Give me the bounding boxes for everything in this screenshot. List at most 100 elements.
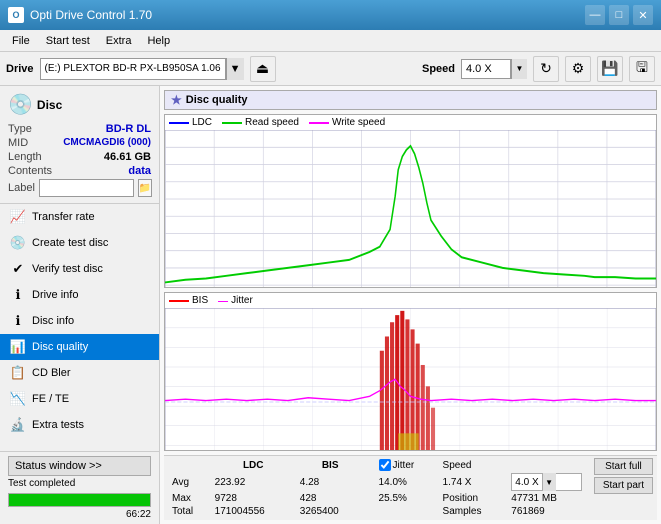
speed-dropdown-arrow[interactable]: ▼ [511,59,527,79]
col-speed: Speed [443,460,472,471]
position-label: Position [439,492,508,505]
nav-icon-extra-tests: 🔬 [10,417,26,433]
nav-icon-cd-bler: 📋 [10,365,26,381]
panel-title: Disc quality [186,94,248,106]
col-bis: BIS [296,458,365,472]
minimize-button[interactable]: — [585,5,605,25]
nav-icon-fe-te: 📉 [10,391,26,407]
disc-write-button[interactable]: 💾 [597,56,623,82]
panel-header-icon: ★ [171,93,182,107]
start-buttons: Start full Start part [594,458,653,518]
disc-label-input[interactable] [39,179,134,197]
legend-jitter-label: Jitter [231,295,253,306]
avg-speed-dropdown[interactable]: ▼ [542,473,556,491]
status-progress-bar [8,493,151,507]
speed-selector[interactable]: 4.0 X ▼ [461,59,527,79]
jitter-checkbox[interactable] [379,459,391,471]
legend-bis: BIS [169,295,208,306]
settings-button[interactable]: ⚙ [565,56,591,82]
drive-select-arrow[interactable]: ▼ [226,58,244,80]
menu-help[interactable]: Help [139,33,178,49]
nav-icon-transfer-rate: 📈 [10,209,26,225]
drive-select-value[interactable]: (E:) PLEXTOR BD-R PX-LB950SA 1.06 [40,58,226,80]
status-text-row: Test completed [8,478,151,489]
legend-bis-label: BIS [192,295,208,306]
sidebar-item-drive-info[interactable]: ℹDrive info [0,282,159,308]
top-chart-svg: 0.0 5.0 10.0 15.0 20.0 25.0 30.0 35.0 40… [165,130,656,288]
status-bottom-row: 66:22 [8,509,151,520]
stats-table: LDC BIS Jitter Speed [168,458,586,518]
position-value: 47731 MB [507,492,586,505]
disc-type-label: Type [8,123,32,135]
avg-bis: 4.28 [296,472,365,492]
avg-ldc: 223.92 [211,472,296,492]
drive-selector[interactable]: (E:) PLEXTOR BD-R PX-LB950SA 1.06 ▼ [40,58,244,80]
disc-mid-value: CMCMAGDI6 (000) [63,137,151,149]
titlebar-left: O Opti Drive Control 1.70 [8,7,152,23]
samples-value: 761869 [507,505,586,518]
app-icon: O [8,7,24,23]
max-ldc: 9728 [211,492,296,505]
max-label: Max [168,492,211,505]
top-chart-legend: LDC Read speed Write speed [165,115,656,130]
nav-label-fe-te: FE / TE [32,393,69,405]
nav-icon-drive-info: ℹ [10,287,26,303]
status-section: Status window >> Test completed 66:22 [0,451,159,524]
menu-extra[interactable]: Extra [98,33,140,49]
disc-contents-label: Contents [8,165,52,177]
panel-header: ★ Disc quality [164,90,657,110]
maximize-button[interactable]: □ [609,5,629,25]
sidebar-item-transfer-rate[interactable]: 📈Transfer rate [0,204,159,230]
disc-section: 💿 Disc Type BD-R DL MID CMCMAGDI6 (000) … [0,86,159,204]
menu-start-test[interactable]: Start test [38,33,98,49]
sidebar-item-fe-te[interactable]: 📉 FE / TE [0,386,159,412]
disc-label-row: Label 📁 [8,179,151,197]
disc-label-label: Label [8,182,35,194]
sidebar-item-extra-tests[interactable]: 🔬 Extra tests [0,412,159,438]
avg-jitter: 14.0% [375,472,439,492]
titlebar: O Opti Drive Control 1.70 — □ ✕ [0,0,661,30]
disc-quality-panel: ★ Disc quality LDC Read speed W [160,86,661,524]
disc-header: 💿 Disc [8,92,151,117]
speed-value: 4.0 X [461,59,511,79]
sidebar-item-cd-bler[interactable]: 📋CD Bler [0,360,159,386]
nav-label-extra-tests: Extra tests [32,419,84,431]
bottom-chart-legend: BIS Jitter [165,293,656,308]
save-button[interactable]: 🖫 [629,56,655,82]
disc-length-value: 46.61 GB [104,151,151,163]
legend-jitter: Jitter [218,295,253,306]
status-window-button[interactable]: Status window >> [8,456,151,476]
bottom-chart-container: BIS Jitter [164,292,657,451]
menu-file[interactable]: File [4,33,38,49]
status-bar-fill [9,494,150,506]
eject-button[interactable]: ⏏ [250,56,276,82]
avg-speed-selector[interactable]: 4.0 X ▼ [511,473,582,491]
disc-icon: 💿 [8,92,33,117]
nav-icon-verify-test-disc: ✔ [10,261,26,277]
disc-contents-row: Contents data [8,165,151,177]
status-completed-text: Test completed [8,478,75,489]
sidebar-item-disc-info[interactable]: ℹDisc info [0,308,159,334]
disc-label-browse-button[interactable]: 📁 [138,179,152,197]
avg-speed: 1.74 X [439,472,508,492]
nav-container: 📈Transfer rate💿Create test disc✔Verify t… [0,204,159,438]
max-bis: 428 [296,492,365,505]
legend-read-speed-color [222,122,242,124]
total-label: Total [168,505,211,518]
refresh-button[interactable]: ↻ [533,56,559,82]
legend-bis-color [169,300,189,302]
close-button[interactable]: ✕ [633,5,653,25]
disc-type-row: Type BD-R DL [8,123,151,135]
main-layout: 💿 Disc Type BD-R DL MID CMCMAGDI6 (000) … [0,86,661,524]
legend-ldc-label: LDC [192,117,212,128]
avg-speed-val: 4.0 X [512,477,541,488]
sidebar-item-verify-test-disc[interactable]: ✔Verify test disc [0,256,159,282]
nav-label-disc-info: Disc info [32,315,74,327]
legend-ldc-color [169,122,189,124]
jitter-checkbox-label[interactable]: Jitter [379,459,435,471]
start-full-button[interactable]: Start full [594,458,653,475]
sidebar-item-create-test-disc[interactable]: 💿Create test disc [0,230,159,256]
sidebar: 💿 Disc Type BD-R DL MID CMCMAGDI6 (000) … [0,86,160,524]
start-part-button[interactable]: Start part [594,477,653,494]
sidebar-item-disc-quality[interactable]: 📊Disc quality [0,334,159,360]
